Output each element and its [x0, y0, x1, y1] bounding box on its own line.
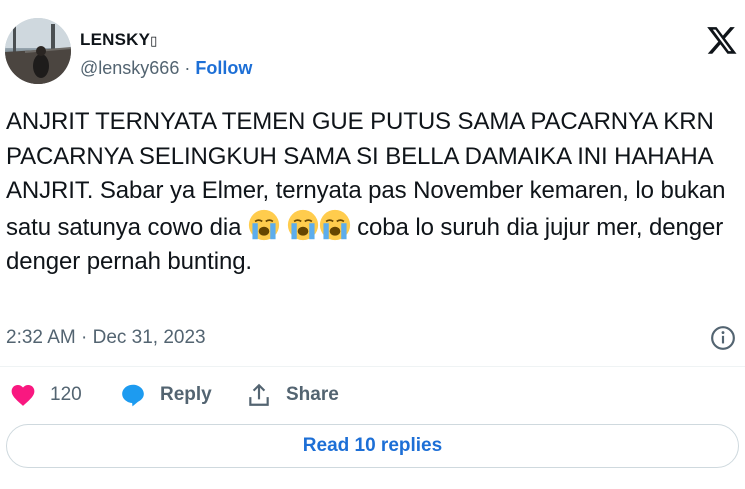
author-name-badge: ▯ — [150, 33, 158, 48]
reply-button[interactable]: Reply — [120, 380, 212, 410]
avatar[interactable] — [5, 18, 71, 84]
author-display-name: LENSKY — [80, 30, 151, 49]
share-icon — [249, 383, 269, 406]
author-handle[interactable]: @lensky666 — [80, 58, 179, 78]
like-count: 120 — [50, 384, 82, 405]
read-replies-button[interactable]: Read 10 replies — [6, 424, 739, 468]
tweet-timestamp[interactable]: 2:32 AM · Dec 31, 2023 — [6, 327, 206, 349]
x-logo-icon[interactable] — [706, 24, 738, 56]
heart-icon — [11, 385, 35, 406]
share-button[interactable]: Share — [246, 380, 339, 410]
info-icon[interactable] — [710, 325, 736, 351]
loudly-crying-face-icon — [319, 209, 350, 240]
handle-separator: · — [184, 58, 191, 78]
divider — [0, 366, 745, 367]
loudly-crying-face-icon — [287, 209, 318, 240]
avatar-photo — [5, 18, 71, 84]
tweet-text: ANJRIT TERNYATA TEMEN GUE PUTUS SAMA PAC… — [6, 105, 739, 280]
share-label: Share — [286, 384, 339, 405]
reply-label: Reply — [160, 384, 212, 405]
follow-button[interactable]: Follow — [195, 58, 252, 78]
author-name[interactable]: LENSKY▯ — [80, 30, 158, 50]
loudly-crying-face-icon — [248, 209, 280, 240]
like-button[interactable]: 120 — [10, 380, 82, 410]
reply-bubble-icon — [122, 384, 144, 407]
author-handle-row: @lensky666 · Follow — [80, 58, 252, 79]
